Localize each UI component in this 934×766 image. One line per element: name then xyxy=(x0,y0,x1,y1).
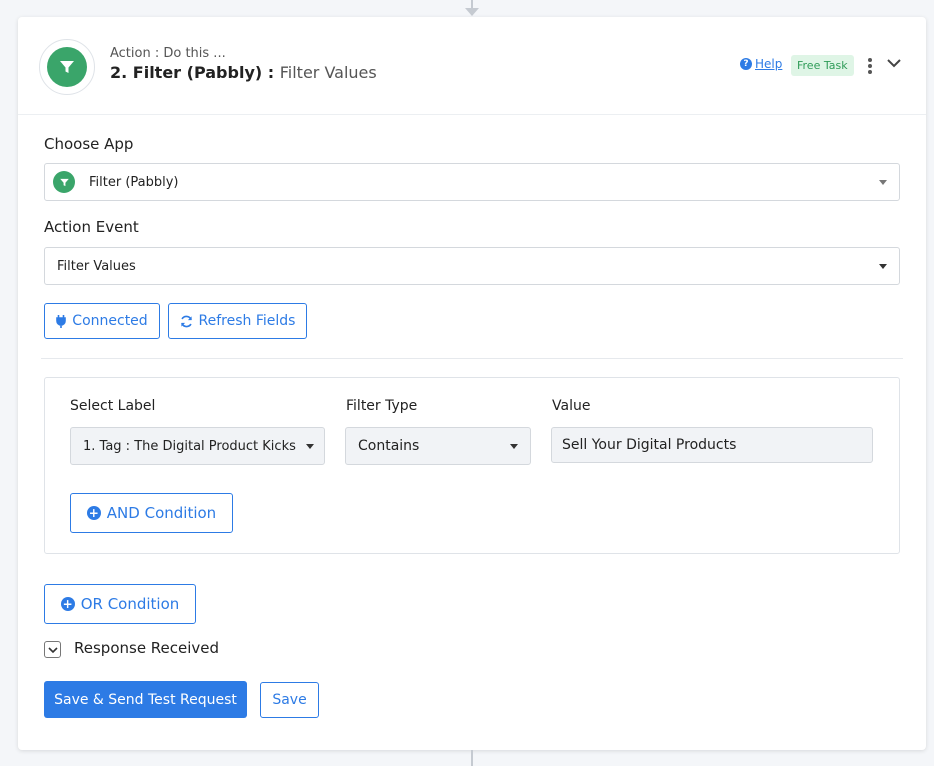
step-subtitle: Action : Do this ... xyxy=(110,46,226,61)
connected-button[interactable]: Connected xyxy=(44,303,160,339)
step-event-name: Filter Values xyxy=(279,63,377,82)
section-divider xyxy=(41,358,903,359)
caret-down-icon xyxy=(510,444,518,449)
step-title: 2. Filter (Pabbly) : Filter Values xyxy=(110,63,377,82)
app-logo xyxy=(39,39,95,95)
flow-connector-bottom xyxy=(471,750,473,766)
filter-icon xyxy=(53,171,75,193)
and-condition-label: AND Condition xyxy=(106,504,217,522)
or-condition-label: OR Condition xyxy=(80,595,180,613)
choose-app-value: Filter (Pabbly) xyxy=(89,174,179,190)
refresh-fields-button[interactable]: Refresh Fields xyxy=(168,303,307,339)
select-label-header: Select Label xyxy=(70,398,156,414)
select-label-dropdown[interactable]: 1. Tag : The Digital Product Kicks xyxy=(70,427,325,465)
help-link[interactable]: ? Help xyxy=(740,57,782,71)
response-received-label: Response Received xyxy=(74,639,220,657)
refresh-fields-label: Refresh Fields xyxy=(198,313,296,329)
caret-down-icon xyxy=(306,444,314,449)
choose-app-select[interactable]: Filter (Pabbly) xyxy=(44,163,900,201)
filter-icon xyxy=(47,47,87,87)
filter-type-dropdown[interactable]: Contains xyxy=(345,427,531,465)
caret-down-icon xyxy=(879,264,887,269)
plus-circle-icon: + xyxy=(86,506,101,520)
value-header: Value xyxy=(552,398,591,414)
and-condition-button[interactable]: + AND Condition xyxy=(70,493,233,533)
help-label: Help xyxy=(755,57,783,71)
check-icon xyxy=(47,646,58,653)
filter-type-header: Filter Type xyxy=(346,398,418,414)
caret-down-icon xyxy=(879,180,887,185)
step-header[interactable]: Action : Do this ... 2. Filter (Pabbly) … xyxy=(18,17,926,115)
select-label-value: 1. Tag : The Digital Product Kicks xyxy=(83,438,296,454)
action-step-card: Action : Do this ... 2. Filter (Pabbly) … xyxy=(18,17,926,750)
chevron-down-icon[interactable] xyxy=(886,55,902,71)
plus-circle-icon: + xyxy=(60,597,75,611)
save-send-test-button[interactable]: Save & Send Test Request xyxy=(44,681,247,718)
filter-value-input[interactable]: Sell Your Digital Products xyxy=(551,427,873,463)
choose-app-label: Choose App xyxy=(44,135,134,153)
question-circle-icon: ? xyxy=(740,58,752,70)
flow-arrow-icon xyxy=(465,8,479,16)
more-options-icon[interactable] xyxy=(864,56,876,76)
action-event-value: Filter Values xyxy=(57,258,136,274)
refresh-icon xyxy=(180,315,192,327)
plug-icon xyxy=(56,314,67,328)
action-event-select[interactable]: Filter Values xyxy=(44,247,900,285)
response-received-checkbox[interactable] xyxy=(44,641,61,658)
free-task-badge: Free Task xyxy=(791,55,854,76)
save-button[interactable]: Save xyxy=(260,682,319,718)
or-condition-button[interactable]: + OR Condition xyxy=(44,584,196,624)
action-event-label: Action Event xyxy=(44,218,139,236)
step-app-name: 2. Filter (Pabbly) : xyxy=(110,63,275,82)
connected-label: Connected xyxy=(72,313,148,329)
filter-type-value: Contains xyxy=(358,438,420,454)
